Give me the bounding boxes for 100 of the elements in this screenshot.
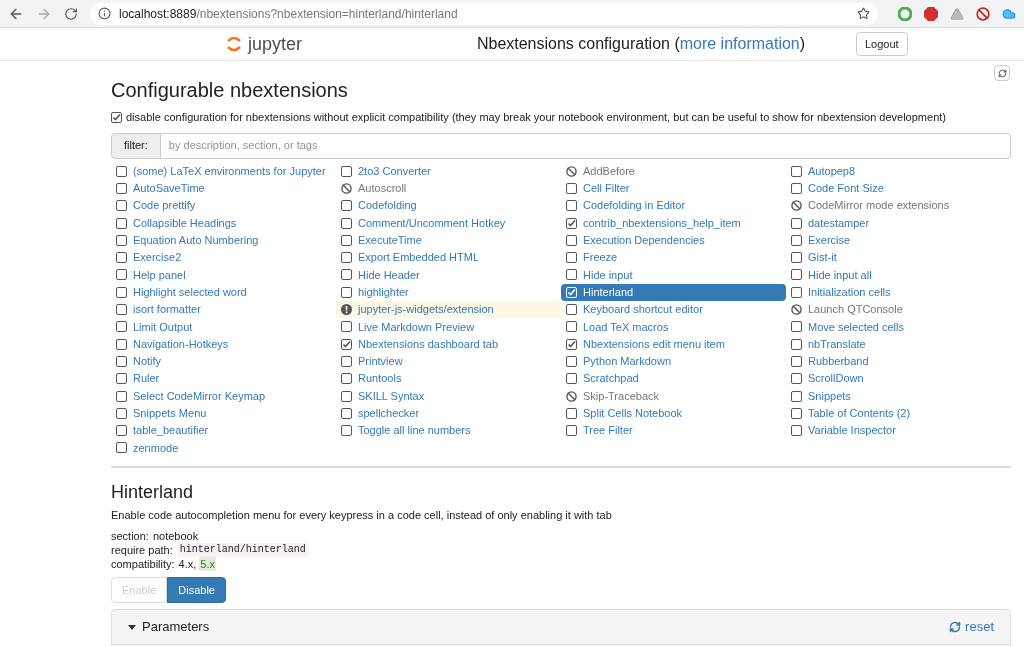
checkbox-icon[interactable] (791, 286, 802, 298)
extension-item[interactable]: Runtools (336, 370, 561, 388)
reload-icon[interactable] (64, 6, 78, 21)
extension-item[interactable]: Ruler (111, 370, 336, 388)
extension-item[interactable]: Highlight selected word (111, 283, 336, 301)
checkbox-icon[interactable] (116, 165, 127, 177)
checkbox-icon[interactable] (566, 182, 577, 194)
extension-item[interactable]: nbTranslate (786, 335, 1011, 353)
extension-item[interactable]: Exercise (786, 231, 1011, 249)
extension-item[interactable]: Help panel (111, 266, 336, 284)
extension-item[interactable]: isort formatter (111, 300, 336, 319)
checkbox-icon[interactable] (791, 407, 802, 419)
checkbox-icon[interactable] (116, 217, 127, 229)
extension-item[interactable]: Initialization cells (786, 283, 1011, 301)
extension-item[interactable]: Load TeX macros (561, 318, 786, 336)
checkbox-icon[interactable] (341, 234, 352, 246)
extension-item[interactable]: Gist-it (786, 249, 1011, 267)
checkbox-icon[interactable] (566, 407, 577, 419)
checked-checkbox-icon[interactable] (341, 338, 352, 350)
extension-item[interactable]: AutoSaveTime (111, 179, 336, 198)
checkbox-icon[interactable] (791, 165, 802, 177)
checkbox-icon[interactable] (341, 390, 352, 402)
extension-item[interactable]: Variable Inspector (786, 421, 1011, 440)
checkbox-icon[interactable] (566, 373, 577, 385)
extension-item[interactable]: Snippets Menu (111, 404, 336, 422)
checkbox-icon[interactable] (116, 355, 127, 367)
extension-item[interactable]: Limit Output (111, 318, 336, 336)
extension-item[interactable]: Move selected cells (786, 318, 1011, 336)
checkbox-icon[interactable] (341, 286, 352, 298)
checkbox-icon[interactable] (116, 286, 127, 298)
extension-item[interactable]: Codefolding in Editor (561, 197, 786, 215)
cloud-icon[interactable] (1002, 6, 1016, 21)
extension-item[interactable]: Keyboard shortcut editor (561, 300, 786, 319)
checkbox-icon[interactable] (116, 234, 127, 246)
extension-item[interactable]: Scratchpad (561, 370, 786, 388)
extension-item[interactable]: Autoscroll (336, 179, 561, 198)
checkbox-icon[interactable] (791, 373, 802, 385)
extension-item[interactable]: spellchecker (336, 404, 561, 422)
extension-item[interactable]: Tree Filter (561, 421, 786, 440)
checkbox-icon[interactable] (791, 390, 802, 402)
extension-item[interactable]: Hide input (561, 266, 786, 284)
checked-checkbox-icon[interactable] (566, 217, 577, 229)
checkbox-icon[interactable] (116, 338, 127, 350)
extension-item[interactable]: Equation Auto Numbering (111, 231, 336, 249)
extension-item[interactable]: Nbextensions dashboard tab (336, 335, 561, 353)
extension-item[interactable]: Snippets (786, 387, 1011, 405)
extension-item[interactable]: contrib_nbextensions_help_item (561, 214, 786, 232)
checkbox-icon[interactable] (341, 373, 352, 385)
extension-item[interactable]: ExecuteTime (336, 231, 561, 249)
checkbox-icon[interactable] (566, 425, 577, 437)
extension-item[interactable]: Execution Dependencies (561, 231, 786, 249)
extension-item[interactable]: SKILL Syntax (336, 387, 561, 405)
extension-item[interactable]: Skip-Traceback (561, 387, 786, 405)
checkbox-icon[interactable] (116, 321, 127, 333)
extension-item[interactable]: Code prettify (111, 197, 336, 215)
star-icon[interactable] (857, 7, 870, 20)
extension-item[interactable]: Code Font Size (786, 179, 1011, 198)
extension-item[interactable]: Navigation-Hotkeys (111, 335, 336, 353)
checkbox-icon[interactable] (341, 269, 352, 281)
extension-item[interactable]: Export Embedded HTML (336, 249, 561, 267)
extension-item[interactable]: Cell Filter (561, 179, 786, 198)
checkbox-icon[interactable] (341, 252, 352, 264)
extension-item[interactable]: Split Cells Notebook (561, 404, 786, 422)
extension-item[interactable]: Live Markdown Preview (336, 318, 561, 336)
checkbox-icon[interactable] (116, 407, 127, 419)
extension-item[interactable]: Python Markdown (561, 352, 786, 371)
extension-item[interactable]: Table of Contents (2) (786, 404, 1011, 422)
checkbox-icon[interactable] (791, 338, 802, 350)
checkbox-icon[interactable] (116, 252, 127, 264)
checkbox-icon[interactable] (566, 355, 577, 367)
jupyter-logo[interactable]: jupyter (226, 35, 426, 53)
checkbox-icon[interactable] (341, 165, 352, 177)
extension-item[interactable]: Launch QTConsole (786, 300, 1011, 319)
more-information-link[interactable]: more information (679, 35, 800, 52)
extension-item[interactable]: ScrollDown (786, 370, 1011, 388)
extension-item[interactable]: Codefolding (336, 197, 561, 215)
checkbox-icon[interactable] (791, 425, 802, 437)
logout-button[interactable]: Logout (856, 32, 908, 56)
extension-item[interactable]: 2to3 Converter (336, 162, 561, 180)
extension-item[interactable]: highlighter (336, 283, 561, 301)
extension-item[interactable]: jupyter-js-widgets/extension (336, 300, 561, 319)
extension-item[interactable]: Autopep8 (786, 162, 1011, 180)
extension-item[interactable]: Comment/Uncomment Hotkey (336, 214, 561, 232)
checkbox-icon[interactable] (566, 304, 577, 315)
parameters-toggle[interactable]: Parameters (128, 617, 210, 637)
checkbox-icon[interactable] (341, 217, 352, 229)
extension-item[interactable]: Notify (111, 352, 336, 371)
adblock-icon[interactable] (924, 6, 938, 21)
checkbox-icon[interactable] (791, 234, 802, 246)
extension-item[interactable]: Select CodeMirror Keymap (111, 387, 336, 405)
checkbox-icon[interactable] (116, 425, 127, 437)
checkbox-icon[interactable] (341, 355, 352, 367)
extension-item[interactable]: Hinterland (561, 283, 786, 301)
extension-item[interactable]: Toggle all line numbers (336, 421, 561, 440)
checkbox-icon[interactable] (116, 269, 127, 281)
checkbox-icon[interactable] (791, 355, 802, 367)
checkbox-icon[interactable] (791, 321, 802, 333)
ban-icon[interactable] (976, 6, 990, 21)
checkbox-icon[interactable] (566, 321, 577, 333)
checkbox-icon[interactable] (341, 200, 352, 212)
